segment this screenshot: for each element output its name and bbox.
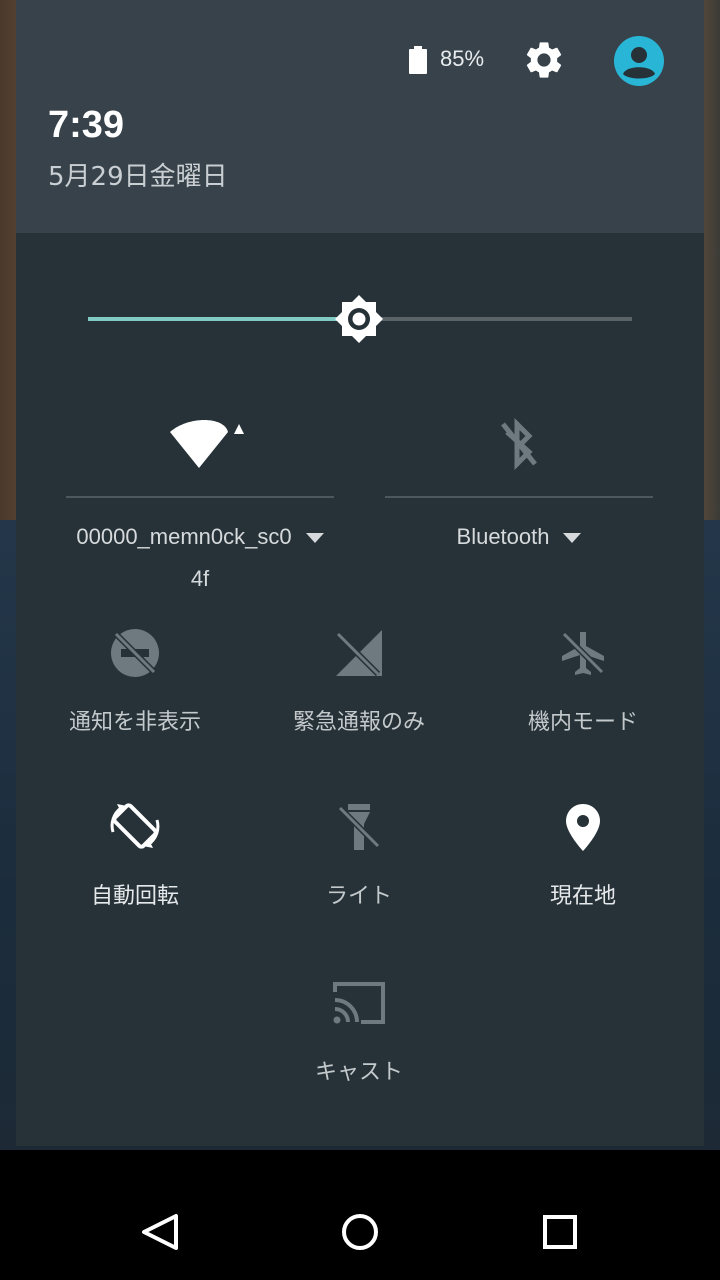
wifi-ssid[interactable]: 00000_memn0ck_sc0 xyxy=(66,524,334,550)
back-icon[interactable] xyxy=(140,1212,180,1252)
cast-icon xyxy=(333,982,385,1024)
tile-label: 通知を非表示 xyxy=(68,710,201,735)
wifi-ssid-continued: 4f xyxy=(190,566,210,591)
flashlight-off-icon xyxy=(337,804,381,850)
location-icon xyxy=(566,804,600,851)
tile-cast[interactable]: キャスト xyxy=(247,978,471,1118)
tile-label: キャスト xyxy=(314,1060,403,1085)
gear-icon[interactable] xyxy=(522,38,566,82)
bluetooth-divider xyxy=(385,496,653,498)
no-signal-icon xyxy=(335,630,382,677)
wifi-icon xyxy=(170,420,244,468)
tile-label: ライト xyxy=(325,884,392,909)
tile-location[interactable]: 現在地 xyxy=(471,802,695,942)
tile-emergency-only[interactable]: 緊急通報のみ xyxy=(247,628,471,768)
brightness-slider-track[interactable] xyxy=(358,317,632,321)
notification-header: 85% 7:39 5月29日金曜日 xyxy=(16,0,704,233)
bluetooth-label[interactable]: Bluetooth xyxy=(385,524,653,550)
tile-label: 自動回転 xyxy=(90,884,179,909)
quick-settings-panel: 85% 7:39 5月29日金曜日 00000_memn0ck_sc0 4f B… xyxy=(16,0,704,1146)
tile-label: 機内モード xyxy=(527,710,638,735)
recents-icon[interactable] xyxy=(540,1212,580,1252)
tile-flashlight[interactable]: ライト xyxy=(247,802,471,942)
chevron-down-icon xyxy=(305,533,324,544)
battery-percent: 85% xyxy=(440,46,485,71)
date-text: 5月29日金曜日 xyxy=(48,162,228,192)
bluetooth-tile[interactable]: Bluetooth xyxy=(385,402,653,572)
tile-auto-rotate[interactable]: 自動回転 xyxy=(23,802,247,942)
chevron-down-icon xyxy=(563,533,582,544)
tile-label: 現在地 xyxy=(549,884,616,909)
tile-label: 緊急通報のみ xyxy=(292,710,425,735)
bluetooth-off-icon xyxy=(501,418,537,470)
user-avatar-icon[interactable] xyxy=(614,36,664,86)
wifi-tile[interactable]: 00000_memn0ck_sc0 4f xyxy=(66,402,334,602)
auto-rotate-icon xyxy=(110,803,160,849)
tile-do-not-disturb[interactable]: 通知を非表示 xyxy=(23,628,247,768)
airplane-off-icon xyxy=(561,631,605,675)
clock-time: 7:39 xyxy=(48,104,125,146)
home-icon[interactable] xyxy=(340,1212,380,1252)
brightness-slider-filled[interactable] xyxy=(88,317,358,321)
tile-airplane-mode[interactable]: 機内モード xyxy=(471,628,695,768)
wifi-divider xyxy=(66,496,334,498)
do-not-disturb-off-icon xyxy=(111,629,159,677)
brightness-icon[interactable] xyxy=(334,294,384,344)
battery-icon xyxy=(409,46,427,74)
